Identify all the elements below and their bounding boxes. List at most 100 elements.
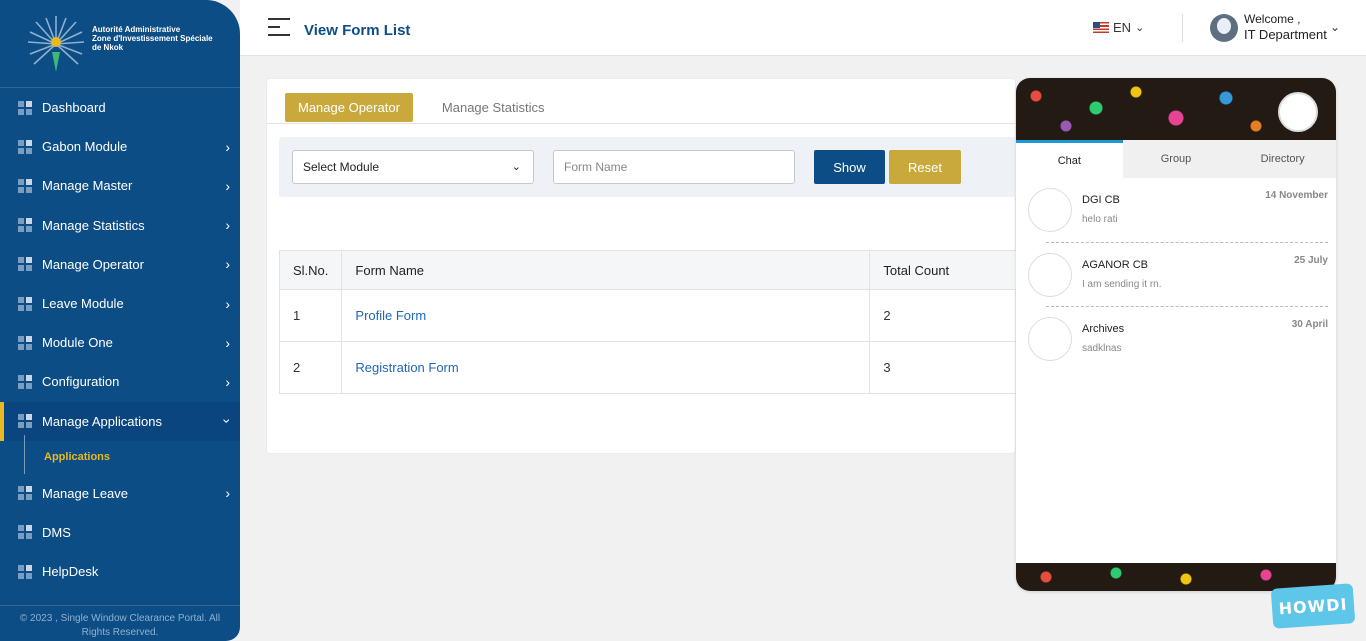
grid-icon (18, 414, 32, 429)
column-header-total-count: Total Count (869, 250, 1017, 290)
copyright-line-1: © 2023 , Single Window Clearance Portal.… (19, 613, 221, 624)
grid-icon (18, 374, 32, 389)
brand-line-2: Zone d'Investissement Spéciale (92, 34, 213, 43)
filter-bar: Select Module ⌄ Show Reset (279, 137, 1017, 197)
chat-tab-group[interactable]: Group (1123, 140, 1230, 178)
user-name: IT Department (1244, 27, 1327, 42)
message-date: 25 July (1294, 255, 1328, 266)
total-count-cell: 2 (869, 289, 1017, 342)
chat-bot-avatar (1278, 92, 1318, 132)
conversation-item[interactable]: Archives sadklnas 30 April (1028, 306, 1328, 370)
sidebar-item-label: Manage Leave (42, 485, 129, 501)
brand: Autorité Administrative Zone d'Investiss… (0, 0, 240, 88)
sidebar-item-leave-module[interactable]: Leave Module › (0, 284, 240, 323)
conversation-item[interactable]: AGANOR CB I am sending it rn. 25 July (1028, 242, 1328, 306)
grid-icon (18, 218, 32, 233)
page-title: View Form List (304, 22, 411, 39)
column-header-sl-no: Sl.No. (278, 250, 343, 290)
table-header-row: Sl.No. Form Name Total Count (278, 250, 1017, 290)
chat-banner (1016, 78, 1336, 140)
grid-icon (18, 257, 32, 272)
contact-avatar (1028, 317, 1072, 361)
sidebar-item-manage-operator[interactable]: Manage Operator › (0, 245, 240, 284)
chat-tab-chat[interactable]: Chat (1016, 140, 1123, 178)
chat-launcher-badge[interactable]: HOWDI (1270, 583, 1356, 629)
chevron-down-icon: ⌄ (1135, 22, 1145, 34)
show-button[interactable]: Show (814, 150, 885, 184)
sidebar-item-label: HelpDesk (42, 564, 99, 580)
sidebar-item-label: Manage Master (42, 178, 133, 194)
sidebar-nav: Dashboard Gabon Module › Manage Master ›… (0, 88, 240, 591)
tab-bar: Manage Operator Manage Statistics (285, 93, 558, 122)
sidebar-item-label: DMS (42, 524, 71, 540)
avatar[interactable] (1210, 14, 1238, 42)
sidebar-item-manage-leave[interactable]: Manage Leave › (0, 474, 240, 513)
module-select[interactable]: Select Module ⌄ (292, 150, 534, 184)
chevron-right-icon: › (225, 138, 230, 155)
sidebar-item-label: Dashboard (42, 100, 106, 116)
chevron-right-icon: › (225, 373, 230, 390)
conversation-item[interactable]: DGI CB helo rati 14 November (1026, 178, 1328, 242)
sidebar-item-manage-master[interactable]: Manage Master › (0, 166, 240, 205)
column-header-form-name: Form Name (341, 250, 871, 290)
grid-icon (18, 296, 32, 311)
tab-manage-operator[interactable]: Manage Operator (285, 93, 413, 122)
sidebar-item-label: Manage Statistics (42, 217, 145, 233)
chat-tab-bar: Chat Group Directory (1016, 140, 1336, 178)
us-flag-icon (1093, 22, 1109, 33)
contact-name: AGANOR CB (1082, 259, 1149, 271)
sidebar: Autorité Administrative Zone d'Investiss… (0, 0, 240, 641)
grid-icon (18, 486, 32, 501)
sidebar-item-label: Module One (42, 335, 113, 351)
welcome-text: Welcome , (1244, 12, 1301, 26)
last-message: sadklnas (1082, 343, 1122, 354)
sidebar-item-manage-applications[interactable]: Manage Applications › (0, 401, 240, 441)
last-message: I am sending it rn. (1082, 279, 1162, 290)
chat-tab-directory[interactable]: Directory (1229, 140, 1336, 178)
sidebar-item-module-one[interactable]: Module One › (0, 323, 240, 362)
chevron-right-icon: › (225, 295, 230, 312)
sidebar-subitem-applications[interactable]: Applications (0, 434, 240, 474)
sidebar-item-label: Configuration (42, 374, 120, 390)
contact-name: DGI CB (1082, 194, 1120, 206)
top-bar: View Form List EN ⌄ Welcome , IT Departm… (240, 0, 1366, 56)
grid-icon (18, 335, 32, 350)
sidebar-item-label: Gabon Module (42, 139, 128, 155)
tab-manage-statistics[interactable]: Manage Statistics (429, 93, 558, 122)
form-list-card: Manage Operator Manage Statistics Select… (266, 78, 1017, 454)
form-link[interactable]: Profile Form (355, 308, 426, 323)
table-row: 1 Profile Form 2 (278, 289, 1017, 342)
grid-icon (18, 139, 32, 154)
sidebar-item-label: Leave Module (42, 296, 124, 312)
form-name-cell: Registration Form (341, 341, 871, 394)
reset-button[interactable]: Reset (889, 150, 961, 184)
sidebar-item-helpdesk[interactable]: HelpDesk (0, 552, 240, 591)
sidebar-item-configuration[interactable]: Configuration › (0, 362, 240, 401)
grid-icon (18, 525, 32, 540)
language-selector[interactable]: EN ⌄ (1093, 20, 1144, 35)
form-link[interactable]: Registration Form (355, 360, 458, 375)
sidebar-item-dashboard[interactable]: Dashboard (0, 88, 240, 127)
grid-icon (18, 178, 32, 193)
contact-avatar (1028, 188, 1072, 232)
user-menu[interactable]: Welcome , IT Department (1244, 12, 1327, 42)
brand-line-1: Autorité Administrative (92, 25, 181, 34)
chevron-right-icon: › (225, 217, 230, 234)
chevron-down-icon[interactable]: ⌄ (1330, 20, 1340, 34)
module-select-value: Select Module (303, 160, 380, 174)
form-table: Sl.No. Form Name Total Count 1 Profile F… (278, 250, 1017, 394)
contact-name: Archives (1082, 323, 1125, 335)
chat-widget: Chat Group Directory DGI CB helo rati 14… (1016, 78, 1336, 591)
message-date: 14 November (1265, 190, 1328, 201)
brand-name: Autorité Administrative Zone d'Investiss… (92, 25, 222, 52)
sidebar-item-gabon-module[interactable]: Gabon Module › (0, 127, 240, 166)
sidebar-item-label: Manage Applications (42, 413, 162, 429)
form-name-input[interactable] (553, 150, 795, 184)
message-date: 30 April (1291, 319, 1328, 330)
sidebar-item-manage-statistics[interactable]: Manage Statistics › (0, 206, 240, 245)
chevron-down-icon: › (219, 418, 236, 424)
divider (1182, 14, 1183, 42)
menu-toggle-icon[interactable] (268, 18, 290, 42)
sidebar-item-dms[interactable]: DMS (0, 513, 240, 552)
grid-icon (18, 564, 32, 579)
